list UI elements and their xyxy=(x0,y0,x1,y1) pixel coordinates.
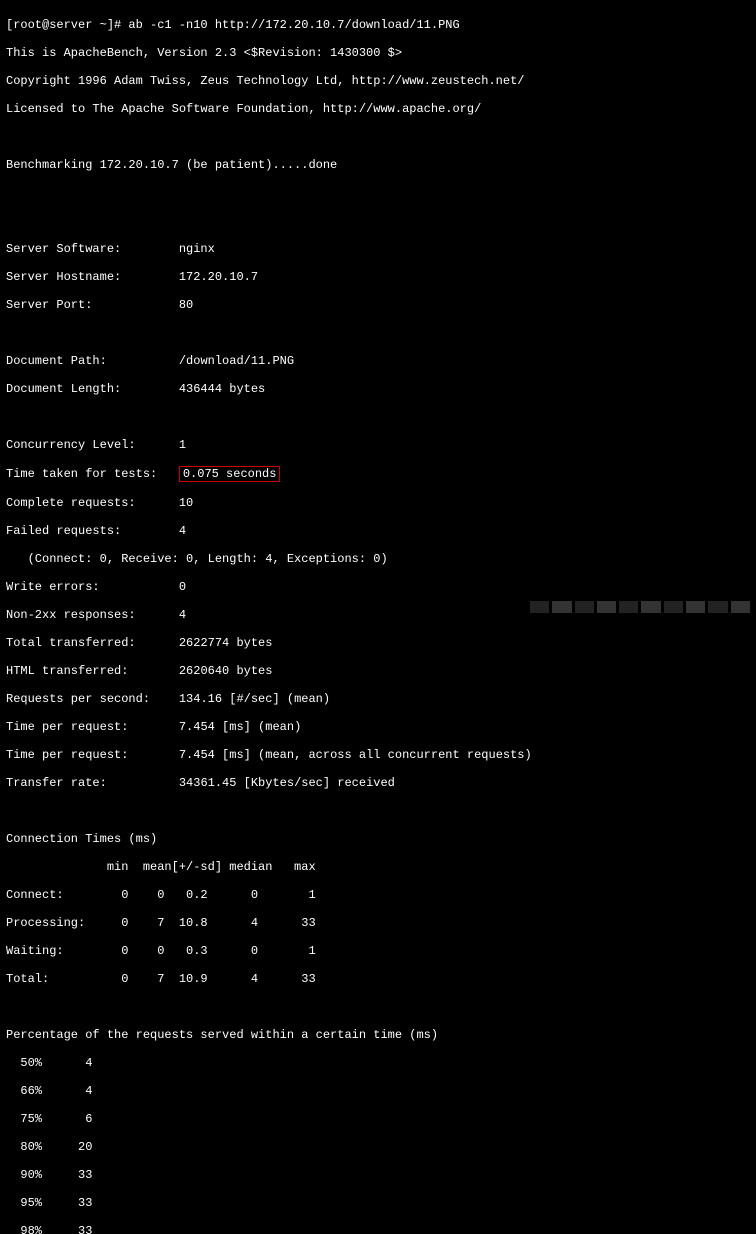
kv-value: 4 xyxy=(179,608,186,622)
pct-row: 66% 4 xyxy=(6,1084,750,1098)
kv-line: HTML transferred: 2620640 bytes xyxy=(6,664,750,678)
kv-label: Complete requests: xyxy=(6,496,136,510)
kv-value: /download/11.PNG xyxy=(179,354,294,368)
kv-value: 7.454 [ms] (mean) xyxy=(179,720,301,734)
output-line xyxy=(6,214,750,228)
kv-label: Time taken for tests: xyxy=(6,467,157,481)
kv-label: Requests per second: xyxy=(6,692,150,706)
conn-header: min mean[+/-sd] median max xyxy=(6,860,750,874)
kv-label: Document Length: xyxy=(6,382,121,396)
watermark-blur xyxy=(530,601,750,613)
kv-value: 10 xyxy=(179,496,193,510)
kv-label: Document Path: xyxy=(6,354,107,368)
output-line: (Connect: 0, Receive: 0, Length: 4, Exce… xyxy=(6,552,750,566)
kv-label: Time per request: xyxy=(6,748,128,762)
kv-line: Transfer rate: 34361.45 [Kbytes/sec] rec… xyxy=(6,776,750,790)
pct-row: 95% 33 xyxy=(6,1196,750,1210)
conn-title: Connection Times (ms) xyxy=(6,832,750,846)
kv-line: Server Port: 80 xyxy=(6,298,750,312)
kv-value: nginx xyxy=(179,242,215,256)
terminal-window[interactable]: [root@server ~]# ab -c1 -n10 http://172.… xyxy=(0,0,756,617)
output-line xyxy=(6,186,750,200)
command-text: ab -c1 -n10 http://172.20.10.7/download/… xyxy=(128,18,459,32)
output-line xyxy=(6,130,750,144)
kv-line: Server Hostname: 172.20.10.7 xyxy=(6,270,750,284)
kv-line: Document Path: /download/11.PNG xyxy=(6,354,750,368)
kv-label: Write errors: xyxy=(6,580,100,594)
kv-value: 7.454 [ms] (mean, across all concurrent … xyxy=(179,748,532,762)
pct-row: 98% 33 xyxy=(6,1224,750,1234)
time-taken-highlight: 0.075 seconds xyxy=(179,466,281,482)
kv-line: Failed requests: 4 xyxy=(6,524,750,538)
conn-row: Total: 0 7 10.9 4 33 xyxy=(6,972,750,986)
kv-label: Failed requests: xyxy=(6,524,121,538)
kv-line: Time per request: 7.454 [ms] (mean) xyxy=(6,720,750,734)
kv-label: Total transferred: xyxy=(6,636,136,650)
kv-label: Server Hostname: xyxy=(6,270,121,284)
pct-row: 50% 4 xyxy=(6,1056,750,1070)
output-line xyxy=(6,410,750,424)
kv-value: 2622774 bytes xyxy=(179,636,273,650)
kv-line: Server Software: nginx xyxy=(6,242,750,256)
prompt: [root@server ~]# xyxy=(6,18,128,32)
kv-value: 1 xyxy=(179,438,186,452)
pct-row: 90% 33 xyxy=(6,1168,750,1182)
command-line: [root@server ~]# ab -c1 -n10 http://172.… xyxy=(6,18,750,32)
pct-title: Percentage of the requests served within… xyxy=(6,1028,750,1042)
kv-label: Time per request: xyxy=(6,720,128,734)
kv-line: Requests per second: 134.16 [#/sec] (mea… xyxy=(6,692,750,706)
output-line xyxy=(6,804,750,818)
kv-label: HTML transferred: xyxy=(6,664,128,678)
output-line: Benchmarking 172.20.10.7 (be patient)...… xyxy=(6,158,750,172)
kv-line: Concurrency Level: 1 xyxy=(6,438,750,452)
output-line xyxy=(6,326,750,340)
kv-line: Write errors: 0 xyxy=(6,580,750,594)
kv-label: Server Software: xyxy=(6,242,121,256)
kv-line: Time per request: 7.454 [ms] (mean, acro… xyxy=(6,748,750,762)
kv-value: 2620640 bytes xyxy=(179,664,273,678)
kv-value: 4 xyxy=(179,524,186,538)
pct-row: 80% 20 xyxy=(6,1140,750,1154)
kv-label: Concurrency Level: xyxy=(6,438,136,452)
kv-line: Total transferred: 2622774 bytes xyxy=(6,636,750,650)
kv-line-highlighted: Time taken for tests: 0.075 seconds xyxy=(6,466,750,482)
pct-row: 75% 6 xyxy=(6,1112,750,1126)
conn-row: Connect: 0 0 0.2 0 1 xyxy=(6,888,750,902)
kv-line: Document Length: 436444 bytes xyxy=(6,382,750,396)
conn-row: Waiting: 0 0 0.3 0 1 xyxy=(6,944,750,958)
kv-label: Non-2xx responses: xyxy=(6,608,136,622)
kv-label: Transfer rate: xyxy=(6,776,107,790)
kv-value: 436444 bytes xyxy=(179,382,265,396)
kv-value: 172.20.10.7 xyxy=(179,270,258,284)
conn-row: Processing: 0 7 10.8 4 33 xyxy=(6,916,750,930)
output-line: Copyright 1996 Adam Twiss, Zeus Technolo… xyxy=(6,74,750,88)
output-line: Licensed to The Apache Software Foundati… xyxy=(6,102,750,116)
kv-value: 80 xyxy=(179,298,193,312)
kv-value: 0 xyxy=(179,580,186,594)
kv-label: Server Port: xyxy=(6,298,92,312)
kv-value: 134.16 [#/sec] (mean) xyxy=(179,692,330,706)
kv-line: Complete requests: 10 xyxy=(6,496,750,510)
output-line xyxy=(6,1000,750,1014)
kv-value: 34361.45 [Kbytes/sec] received xyxy=(179,776,395,790)
output-line: This is ApacheBench, Version 2.3 <$Revis… xyxy=(6,46,750,60)
